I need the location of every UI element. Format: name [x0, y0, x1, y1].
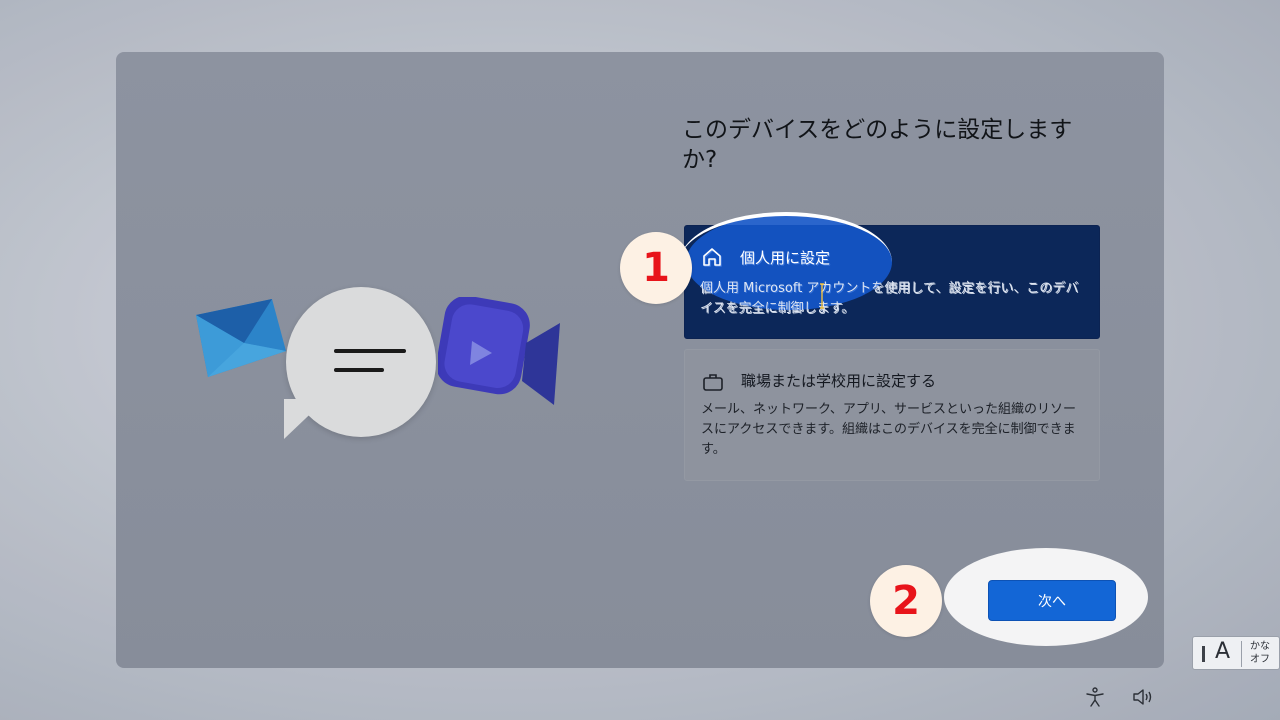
illustration	[186, 277, 566, 457]
option-work-school-title: 職場または学校用に設定する	[741, 372, 937, 390]
video-icon	[438, 297, 560, 405]
bubble-text-line	[334, 349, 406, 353]
next-button[interactable]: 次へ	[988, 580, 1116, 621]
option-work-school-description: メール、ネットワーク、アプリ、サービスといった組織のリソースにアクセスできます。…	[701, 402, 1077, 457]
annotation-step-2: 2	[870, 565, 942, 637]
ime-letter: A	[1215, 639, 1231, 664]
ime-handle	[1202, 646, 1205, 662]
mail-icon	[196, 299, 286, 377]
ime-kana-status: かな オフ	[1245, 640, 1275, 666]
option-personal-overlay[interactable]: 個人用に設定 個人用 Microsoft アカウントを使用して、設定を行い、この…	[684, 225, 1100, 339]
ime-divider	[1241, 641, 1242, 667]
ime-kana-label: かな	[1250, 641, 1270, 652]
option-personal-title: 個人用に設定	[740, 249, 831, 267]
volume-icon[interactable]	[1131, 686, 1155, 708]
accessibility-icon[interactable]	[1084, 686, 1106, 708]
text-cursor-icon	[820, 283, 824, 309]
option-work-school[interactable]: 職場または学校用に設定する メール、ネットワーク、アプリ、サービスといった組織の…	[684, 349, 1100, 481]
briefcase-icon	[703, 374, 723, 391]
chat-bubble-tail	[284, 399, 326, 439]
home-icon	[703, 248, 721, 266]
ime-off-label: オフ	[1250, 654, 1270, 665]
annotation-step-1: 1	[620, 232, 692, 304]
bubble-text-line	[334, 368, 384, 372]
ime-mode-indicator[interactable]: A かな オフ	[1192, 636, 1280, 670]
page-title: このデバイスをどのように設定しますか?	[682, 117, 1073, 173]
option-personal-description: 個人用 Microsoft アカウントを使用して、設定を行い、このデバイスを完全…	[700, 281, 1079, 316]
